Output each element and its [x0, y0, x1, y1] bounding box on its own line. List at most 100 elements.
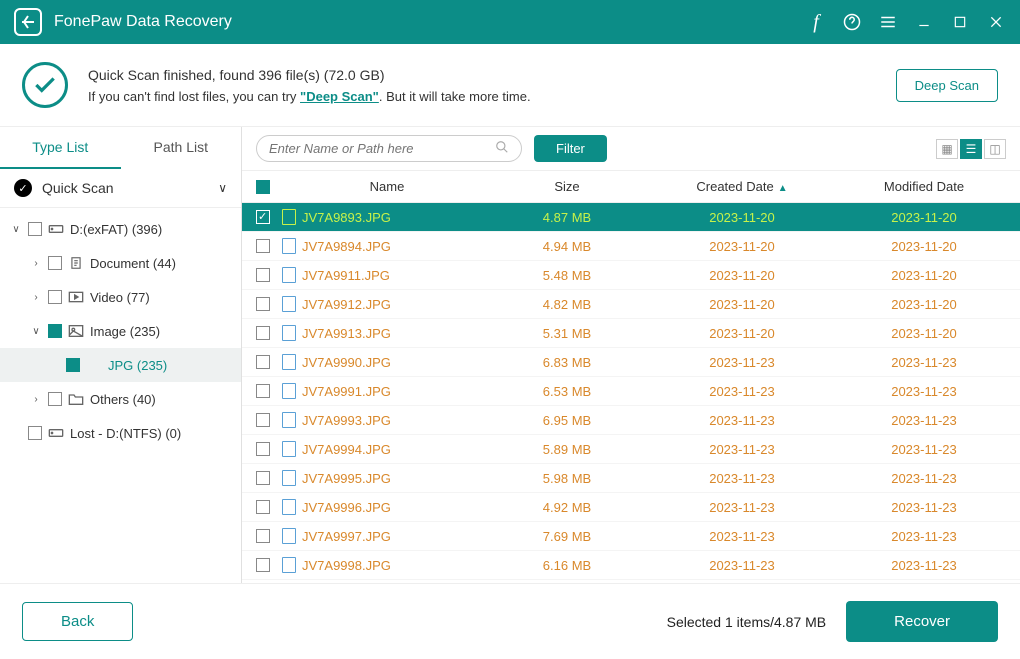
row-checkbox[interactable] [256, 384, 270, 398]
file-modified: 2023-11-20 [842, 326, 1006, 341]
table-row[interactable]: JV7A9912.JPG 4.82 MB 2023-11-20 2023-11-… [242, 290, 1020, 319]
tree-checkbox[interactable] [66, 358, 80, 372]
file-modified: 2023-11-23 [842, 471, 1006, 486]
chevron-icon[interactable]: ∨ [10, 224, 22, 235]
chevron-icon[interactable]: › [30, 292, 42, 303]
chevron-icon[interactable]: › [30, 258, 42, 269]
table-row[interactable]: JV7A9911.JPG 5.48 MB 2023-11-20 2023-11-… [242, 261, 1020, 290]
tree-item[interactable]: › Video (77) [0, 280, 241, 314]
row-checkbox[interactable] [256, 529, 270, 543]
filter-button[interactable]: Filter [534, 135, 607, 162]
help-icon[interactable] [842, 12, 862, 32]
file-size: 4.94 MB [492, 239, 642, 254]
tree-checkbox[interactable] [28, 426, 42, 440]
row-checkbox[interactable] [256, 268, 270, 282]
file-rows[interactable]: JV7A9893.JPG 4.87 MB 2023-11-20 2023-11-… [242, 203, 1020, 583]
tree-header[interactable]: ✓ Quick Scan ∨ [0, 169, 241, 208]
tree-checkbox[interactable] [28, 222, 42, 236]
table-row[interactable]: JV7A9893.JPG 4.87 MB 2023-11-20 2023-11-… [242, 203, 1020, 232]
row-checkbox[interactable] [256, 326, 270, 340]
minimize-icon[interactable] [914, 12, 934, 32]
row-checkbox[interactable] [256, 558, 270, 572]
column-size[interactable]: Size [492, 179, 642, 194]
tree-item[interactable]: JPG (235) [0, 348, 241, 382]
file-size: 6.83 MB [492, 355, 642, 370]
column-name[interactable]: Name [282, 179, 492, 194]
tree-header-label: Quick Scan [42, 180, 114, 196]
row-checkbox[interactable] [256, 239, 270, 253]
deep-scan-link[interactable]: "Deep Scan" [300, 89, 379, 104]
row-checkbox[interactable] [256, 442, 270, 456]
menu-icon[interactable] [878, 12, 898, 32]
back-button[interactable]: Back [22, 602, 133, 641]
file-created: 2023-11-23 [642, 355, 842, 370]
row-checkbox[interactable] [256, 500, 270, 514]
row-checkbox[interactable] [256, 297, 270, 311]
facebook-icon[interactable]: f [806, 12, 826, 32]
row-checkbox[interactable] [256, 471, 270, 485]
tree-item[interactable]: Lost - D:(NTFS) (0) [0, 416, 241, 450]
table-row[interactable]: JV7A9993.JPG 6.95 MB 2023-11-23 2023-11-… [242, 406, 1020, 435]
file-name: JV7A9993.JPG [302, 413, 391, 428]
footer: Back Selected 1 items/4.87 MB Recover [0, 583, 1020, 659]
sort-asc-icon: ▲ [778, 183, 788, 194]
file-created: 2023-11-23 [642, 384, 842, 399]
column-created[interactable]: Created Date▲ [642, 179, 842, 194]
table-row[interactable]: JV7A9913.JPG 5.31 MB 2023-11-20 2023-11-… [242, 319, 1020, 348]
maximize-icon[interactable] [950, 12, 970, 32]
tree-item[interactable]: ∨ Image (235) [0, 314, 241, 348]
table-row[interactable]: JV7A9998.JPG 6.16 MB 2023-11-23 2023-11-… [242, 551, 1020, 580]
file-created: 2023-11-20 [642, 326, 842, 341]
chevron-down-icon[interactable]: ∨ [218, 181, 227, 195]
row-checkbox[interactable] [256, 210, 270, 224]
column-modified[interactable]: Modified Date [842, 179, 1006, 194]
row-checkbox[interactable] [256, 413, 270, 427]
file-created: 2023-11-23 [642, 471, 842, 486]
view-list-icon[interactable]: ☰ [960, 139, 982, 159]
app-logo [14, 8, 42, 36]
view-grid-icon[interactable]: ▦ [936, 139, 958, 159]
file-name: JV7A9912.JPG [302, 297, 391, 312]
table-row[interactable]: JV7A9996.JPG 4.92 MB 2023-11-23 2023-11-… [242, 493, 1020, 522]
chevron-icon[interactable]: › [30, 394, 42, 405]
file-name: JV7A9913.JPG [302, 326, 391, 341]
deep-scan-button[interactable]: Deep Scan [896, 69, 998, 102]
file-modified: 2023-11-23 [842, 413, 1006, 428]
file-size: 5.31 MB [492, 326, 642, 341]
tab-type-list[interactable]: Type List [0, 127, 121, 169]
tree-item[interactable]: › Document (44) [0, 246, 241, 280]
table-row[interactable]: JV7A9995.JPG 5.98 MB 2023-11-23 2023-11-… [242, 464, 1020, 493]
tree-checkbox[interactable] [48, 290, 62, 304]
chevron-icon[interactable]: ∨ [30, 326, 42, 337]
table-row[interactable]: JV7A9894.JPG 4.94 MB 2023-11-20 2023-11-… [242, 232, 1020, 261]
table-row[interactable]: JV7A9997.JPG 7.69 MB 2023-11-23 2023-11-… [242, 522, 1020, 551]
table-row[interactable]: JV7A9990.JPG 6.83 MB 2023-11-23 2023-11-… [242, 348, 1020, 377]
tree-checkbox[interactable] [48, 256, 62, 270]
tab-path-list[interactable]: Path List [121, 127, 242, 169]
table-row[interactable]: JV7A9994.JPG 5.89 MB 2023-11-23 2023-11-… [242, 435, 1020, 464]
folder-icon [68, 391, 84, 407]
file-modified: 2023-11-20 [842, 239, 1006, 254]
select-all-checkbox[interactable] [256, 180, 270, 194]
file-created: 2023-11-23 [642, 529, 842, 544]
search-icon[interactable] [495, 140, 509, 157]
file-created: 2023-11-20 [642, 210, 842, 225]
file-icon [282, 412, 296, 428]
row-checkbox[interactable] [256, 355, 270, 369]
search-input[interactable] [269, 141, 487, 156]
search-box[interactable] [256, 135, 522, 162]
image-icon [68, 323, 84, 339]
tree-checkbox[interactable] [48, 324, 62, 338]
close-icon[interactable] [986, 12, 1006, 32]
tree-label: D:(exFAT) (396) [70, 222, 162, 237]
recover-button[interactable]: Recover [846, 601, 998, 642]
tree-item[interactable]: ∨ D:(exFAT) (396) [0, 212, 241, 246]
tree-checkbox[interactable] [48, 392, 62, 406]
file-modified: 2023-11-23 [842, 558, 1006, 573]
view-detail-icon[interactable]: ◫ [984, 139, 1006, 159]
file-created: 2023-11-23 [642, 413, 842, 428]
table-row[interactable]: JV7A9991.JPG 6.53 MB 2023-11-23 2023-11-… [242, 377, 1020, 406]
tree-item[interactable]: › Others (40) [0, 382, 241, 416]
file-icon [282, 325, 296, 341]
tree-label: Document (44) [90, 256, 176, 271]
